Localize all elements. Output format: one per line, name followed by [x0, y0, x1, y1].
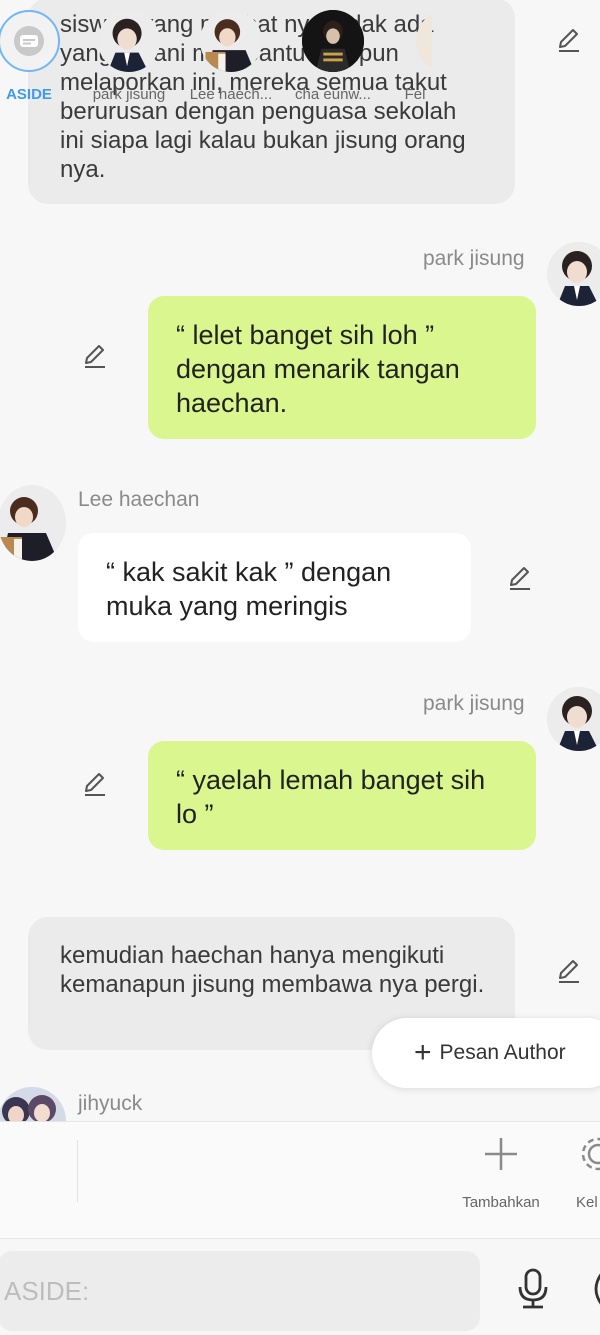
- add-character-button[interactable]: Tambahkan: [452, 1134, 550, 1211]
- avatar: [200, 10, 262, 72]
- aside-icon: [0, 10, 60, 72]
- chat-bubble-right: “ yaelah lemah banget sih lo ”: [148, 741, 536, 850]
- character-aside[interactable]: ASIDE: [0, 10, 62, 103]
- chat-bubble-left: “ kak sakit kak ” dengan muka yang merin…: [78, 533, 471, 642]
- pesan-author-label: Pesan Author: [439, 1041, 566, 1064]
- sender-name: Lee haechan: [78, 488, 200, 511]
- message-text: “ yaelah lemah banget sih lo ”: [176, 765, 486, 829]
- character-label: park jisung: [92, 86, 166, 103]
- character-fel[interactable]: Fel: [398, 10, 432, 103]
- character-label: ASIDE: [6, 86, 52, 103]
- character-label: Lee haech...: [189, 86, 273, 103]
- sender-name: park jisung: [423, 247, 525, 270]
- settings-button[interactable]: Kel: [568, 1134, 600, 1211]
- settings-label: Kel: [576, 1194, 598, 1211]
- message-input[interactable]: ASIDE:: [0, 1251, 480, 1331]
- character-label: Fel: [404, 86, 426, 103]
- input-bar: ASIDE:: [0, 1238, 600, 1335]
- sender-name: jihyuck: [78, 1092, 143, 1115]
- character-label: cha eunw...: [295, 86, 371, 103]
- input-placeholder: ASIDE:: [4, 1276, 90, 1306]
- avatar[interactable]: [547, 687, 600, 751]
- divider: [77, 1140, 78, 1202]
- chat-bubble-right: “ lelet banget sih loh ” dengan menarik …: [148, 296, 536, 439]
- avatar: [98, 10, 160, 72]
- emoji-icon[interactable]: [588, 1269, 600, 1313]
- gear-icon: [581, 1137, 600, 1171]
- plus-icon: [485, 1138, 517, 1170]
- message-text: “ lelet banget sih loh ” dengan menarik …: [176, 320, 460, 418]
- avatar: [416, 10, 432, 72]
- plus-icon: +: [414, 1036, 432, 1069]
- character-cha-eunwoo[interactable]: cha eunw...: [288, 10, 378, 103]
- character-park-jisung[interactable]: park jisung: [86, 10, 172, 103]
- microphone-icon[interactable]: [515, 1267, 551, 1311]
- avatar: [302, 10, 364, 72]
- avatar[interactable]: [547, 242, 600, 306]
- narration-text: kemudian haechan hanya mengikuti kemanap…: [60, 942, 485, 998]
- edit-icon[interactable]: [81, 342, 109, 370]
- add-label: Tambahkan: [462, 1194, 540, 1211]
- message-text: “ kak sakit kak ” dengan muka yang merin…: [106, 557, 392, 621]
- avatar[interactable]: [0, 485, 66, 561]
- edit-icon[interactable]: [81, 770, 109, 798]
- pesan-author-button[interactable]: + Pesan Author: [372, 1018, 600, 1088]
- edit-icon[interactable]: [506, 564, 534, 592]
- edit-icon[interactable]: [555, 26, 583, 54]
- edit-icon[interactable]: [555, 957, 583, 985]
- sender-name: park jisung: [423, 692, 525, 715]
- character-lee-haechan[interactable]: Lee haech...: [186, 10, 276, 103]
